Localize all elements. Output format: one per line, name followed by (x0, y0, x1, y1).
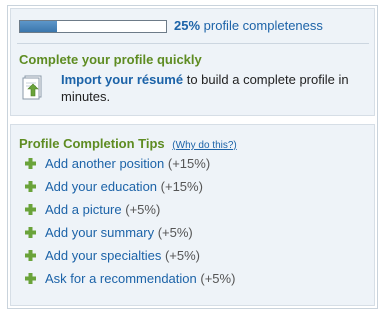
tip-label[interactable]: Add your summary (+5%) (45, 225, 193, 240)
plus-icon (25, 250, 36, 261)
progress-bar (19, 20, 167, 33)
complete-profile-heading: Complete your profile quickly (19, 52, 202, 67)
tip-text[interactable]: Add a picture (45, 202, 122, 217)
profile-summary-panel: 25% profile completeness Complete your p… (10, 8, 375, 116)
plus-icon (25, 273, 36, 284)
tip-percent: (+5%) (157, 225, 193, 240)
progress-percent: 25% (174, 18, 201, 33)
plus-icon (25, 227, 36, 238)
plus-icon (25, 181, 36, 192)
why-do-this-link[interactable]: (Why do this?) (172, 140, 236, 151)
progress-row: 25% profile completeness (19, 17, 369, 37)
progress-suffix: profile completeness (203, 18, 323, 33)
tip-label[interactable]: Add your specialties (+5%) (45, 248, 200, 263)
tip-text[interactable]: Add your specialties (45, 248, 161, 263)
import-resume-text: Import your résumé to build a complete p… (61, 71, 366, 105)
plus-icon (25, 204, 36, 215)
tips-heading: Profile Completion Tips (19, 136, 165, 151)
tip-percent: (+5%) (164, 248, 201, 263)
tip-label[interactable]: Add your education (+15%) (45, 179, 203, 194)
import-resume-link[interactable]: Import your résumé (61, 72, 183, 87)
tip-text[interactable]: Ask for a recommendation (45, 271, 197, 286)
tip-label[interactable]: Add another position (+15%) (45, 156, 210, 171)
progress-bar-fill (20, 21, 57, 32)
tip-percent: (+15%) (167, 156, 211, 171)
tip-percent: (+5%) (125, 202, 161, 217)
tip-text[interactable]: Add your education (45, 179, 157, 194)
plus-icon (25, 158, 36, 169)
tip-percent: (+5%) (200, 271, 236, 286)
tips-heading-row: Profile Completion Tips (Why do this?) (19, 136, 237, 151)
tip-percent: (+15%) (160, 179, 203, 194)
progress-label: 25% profile completeness (174, 18, 323, 33)
import-resume-icon (22, 75, 42, 100)
tip-text[interactable]: Add another position (45, 156, 164, 171)
completion-tips-panel: Profile Completion Tips (Why do this?) A… (10, 124, 375, 306)
tip-label[interactable]: Ask for a recommendation (+5%) (45, 271, 235, 286)
tip-label[interactable]: Add a picture (+5%) (45, 202, 160, 217)
tip-text[interactable]: Add your summary (45, 225, 154, 240)
divider (17, 43, 369, 44)
profile-completeness-widget: 25% profile completeness Complete your p… (7, 5, 378, 309)
